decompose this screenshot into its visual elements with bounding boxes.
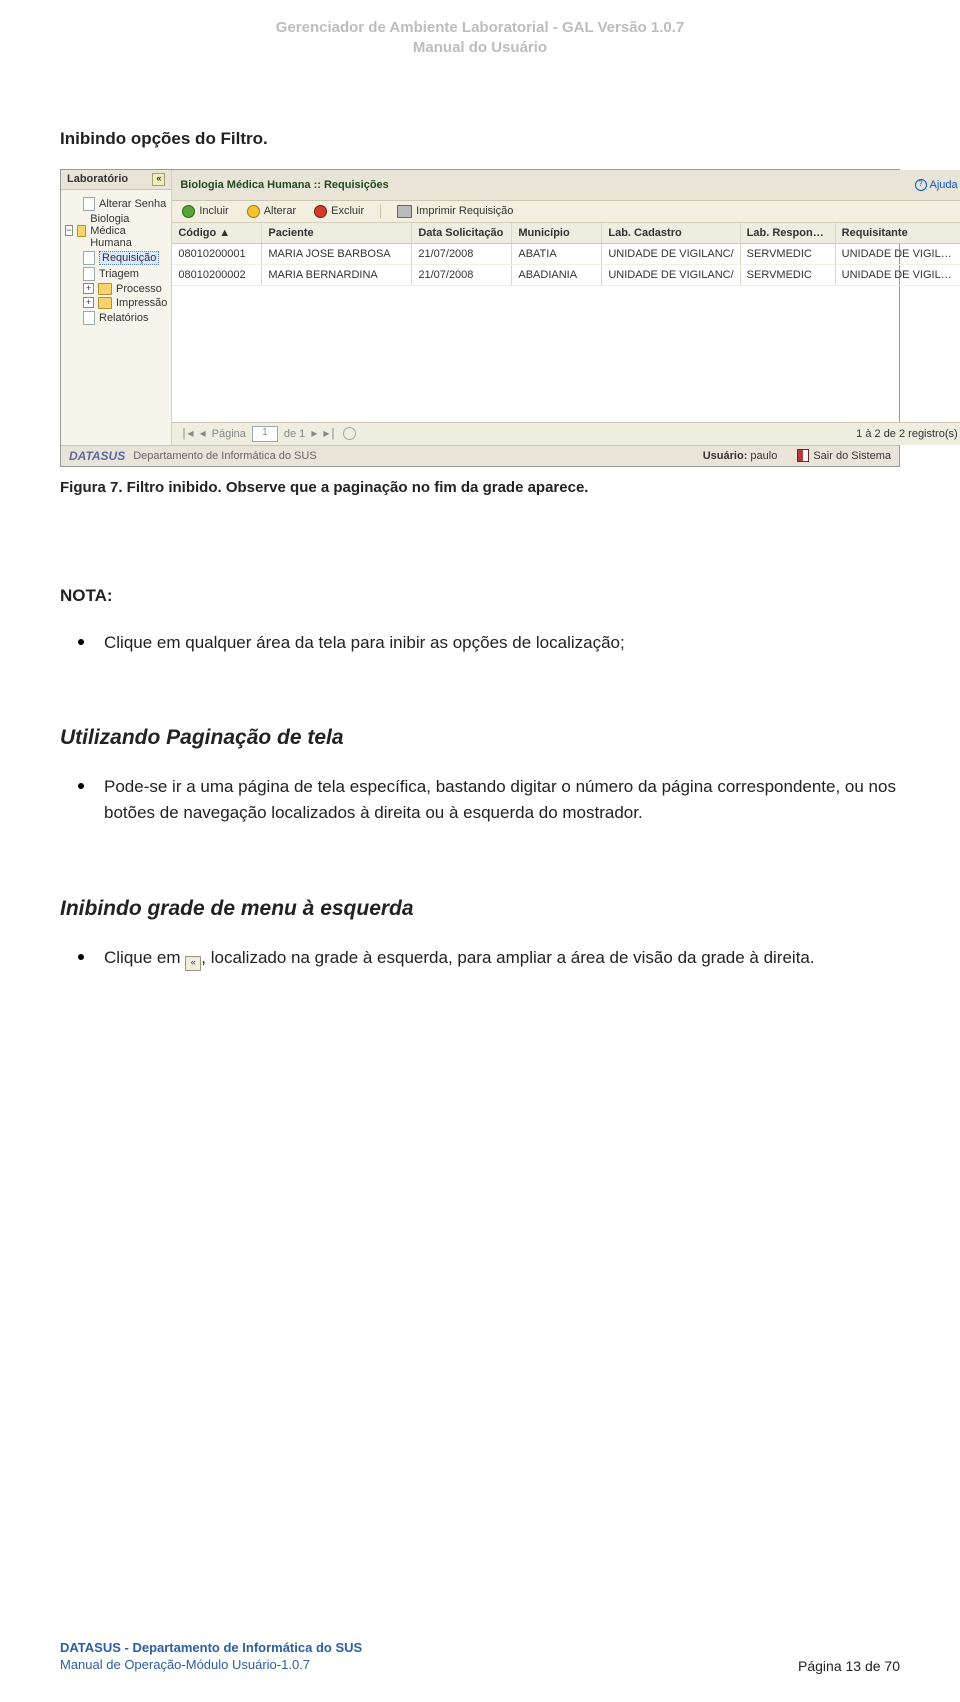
col-municipio[interactable]: Município bbox=[512, 223, 602, 243]
delete-circle-icon bbox=[314, 205, 327, 218]
alterar-button[interactable]: Alterar bbox=[245, 204, 298, 219]
page-last-button[interactable]: ▸| bbox=[323, 426, 336, 441]
footer-left: DATASUS - Departamento de Informática do… bbox=[60, 1640, 362, 1674]
grid-header: Código ▲ Paciente Data Solicitação Munic… bbox=[172, 223, 960, 244]
section-title-1: Inibindo opções do Filtro. bbox=[60, 129, 900, 149]
screenshot-figure: Laboratório « Alterar Senha −Biologia Mé… bbox=[60, 169, 900, 467]
section-title-3: Inibindo grade de menu à esquerda bbox=[60, 897, 900, 921]
page-label: Página bbox=[212, 428, 246, 440]
plus-icon: + bbox=[83, 283, 94, 294]
tree-item-impressao[interactable]: +Impressão bbox=[65, 296, 167, 310]
incluir-button[interactable]: Incluir bbox=[180, 204, 230, 219]
section-title-2: Utilizando Paginação de tela bbox=[60, 726, 900, 750]
printer-icon bbox=[397, 205, 412, 218]
folder-icon bbox=[77, 225, 87, 237]
tree-item-processo[interactable]: +Processo bbox=[65, 282, 167, 296]
sidebar-collapse-icon[interactable]: « bbox=[152, 173, 165, 186]
footer-org: DATASUS - Departamento de Informática do… bbox=[60, 1640, 362, 1657]
sidebar-title: Laboratório bbox=[67, 173, 128, 185]
edit-circle-icon bbox=[247, 205, 260, 218]
page-number-input[interactable]: 1 bbox=[252, 426, 278, 442]
excluir-button[interactable]: Excluir bbox=[312, 204, 366, 219]
page-next-button[interactable]: ▸ bbox=[311, 426, 317, 441]
folder-icon bbox=[98, 297, 112, 309]
col-codigo[interactable]: Código ▲ bbox=[172, 223, 262, 243]
page-icon bbox=[83, 197, 95, 211]
help-link[interactable]: ?Ajuda bbox=[915, 179, 958, 191]
nota-label: NOTA: bbox=[60, 586, 900, 606]
datasus-logo: DATASUS bbox=[69, 449, 125, 463]
nota-bullet: Clique em qualquer área da tela para ini… bbox=[74, 630, 900, 656]
help-icon: ? bbox=[915, 179, 927, 191]
tree-item-alterar-senha[interactable]: Alterar Senha bbox=[65, 196, 167, 212]
running-header: Gerenciador de Ambiente Laboratorial - G… bbox=[60, 0, 900, 59]
col-paciente[interactable]: Paciente bbox=[262, 223, 412, 243]
footer-page-number: Página 13 de 70 bbox=[798, 1658, 900, 1674]
footer-doc: Manual de Operação-Módulo Usuário-1.0.7 bbox=[60, 1657, 362, 1674]
user-label: Usuário: bbox=[703, 450, 751, 462]
logout-button[interactable]: Sair do Sistema bbox=[797, 449, 891, 462]
minus-icon: − bbox=[65, 225, 73, 236]
figure-caption: Figura 7. Filtro inibido. Observe que a … bbox=[60, 479, 900, 496]
col-data[interactable]: Data Solicitação bbox=[412, 223, 512, 243]
exit-icon bbox=[797, 449, 809, 462]
paginacao-bullet: Pode-se ir a uma página de tela específi… bbox=[74, 774, 900, 827]
page-prev-button[interactable]: ◂ bbox=[200, 426, 206, 441]
tree-item-biologia[interactable]: −Biologia Médica Humana bbox=[65, 212, 167, 250]
col-labresp[interactable]: Lab. Responsável bbox=[741, 223, 836, 243]
inibindo-bullet: Clique em «, localizado na grade à esque… bbox=[74, 945, 900, 971]
plus-circle-icon bbox=[182, 205, 195, 218]
pagination-bar: |◂ ◂ Página 1 de 1 ▸ ▸| 1 à 2 de 2 regis… bbox=[172, 422, 960, 445]
page-status: 1 à 2 de 2 registro(s) bbox=[856, 428, 958, 440]
nav-tree: Alterar Senha −Biologia Médica Humana Re… bbox=[61, 190, 171, 332]
collapse-icon: « bbox=[185, 956, 201, 971]
refresh-icon[interactable] bbox=[343, 427, 356, 440]
page-icon bbox=[83, 251, 95, 265]
footer-dept: Departamento de Informática do SUS bbox=[133, 450, 316, 462]
imprimir-button[interactable]: Imprimir Requisição bbox=[395, 204, 515, 219]
user-name: paulo bbox=[750, 450, 777, 462]
page-icon bbox=[83, 267, 95, 281]
page-first-button[interactable]: |◂ bbox=[180, 426, 193, 441]
header-line1: Gerenciador de Ambiente Laboratorial - G… bbox=[60, 18, 900, 38]
table-row[interactable]: 08010200002 MARIA BERNARDINA 21/07/2008 … bbox=[172, 265, 960, 286]
col-labcad[interactable]: Lab. Cadastro bbox=[602, 223, 740, 243]
tree-item-relatorios[interactable]: Relatórios bbox=[65, 310, 167, 326]
plus-icon: + bbox=[83, 297, 94, 308]
page-total: de 1 bbox=[284, 428, 305, 440]
tree-item-requisicao[interactable]: Requisição bbox=[65, 250, 167, 266]
breadcrumb: Biologia Médica Humana :: Requisições bbox=[180, 179, 388, 191]
folder-icon bbox=[98, 283, 112, 295]
tree-item-triagem[interactable]: Triagem bbox=[65, 266, 167, 282]
table-row[interactable]: 08010200001 MARIA JOSE BARBOSA 21/07/200… bbox=[172, 244, 960, 265]
page-icon bbox=[83, 311, 95, 325]
col-requisitante[interactable]: Requisitante bbox=[836, 223, 960, 243]
header-line2: Manual do Usuário bbox=[60, 38, 900, 58]
